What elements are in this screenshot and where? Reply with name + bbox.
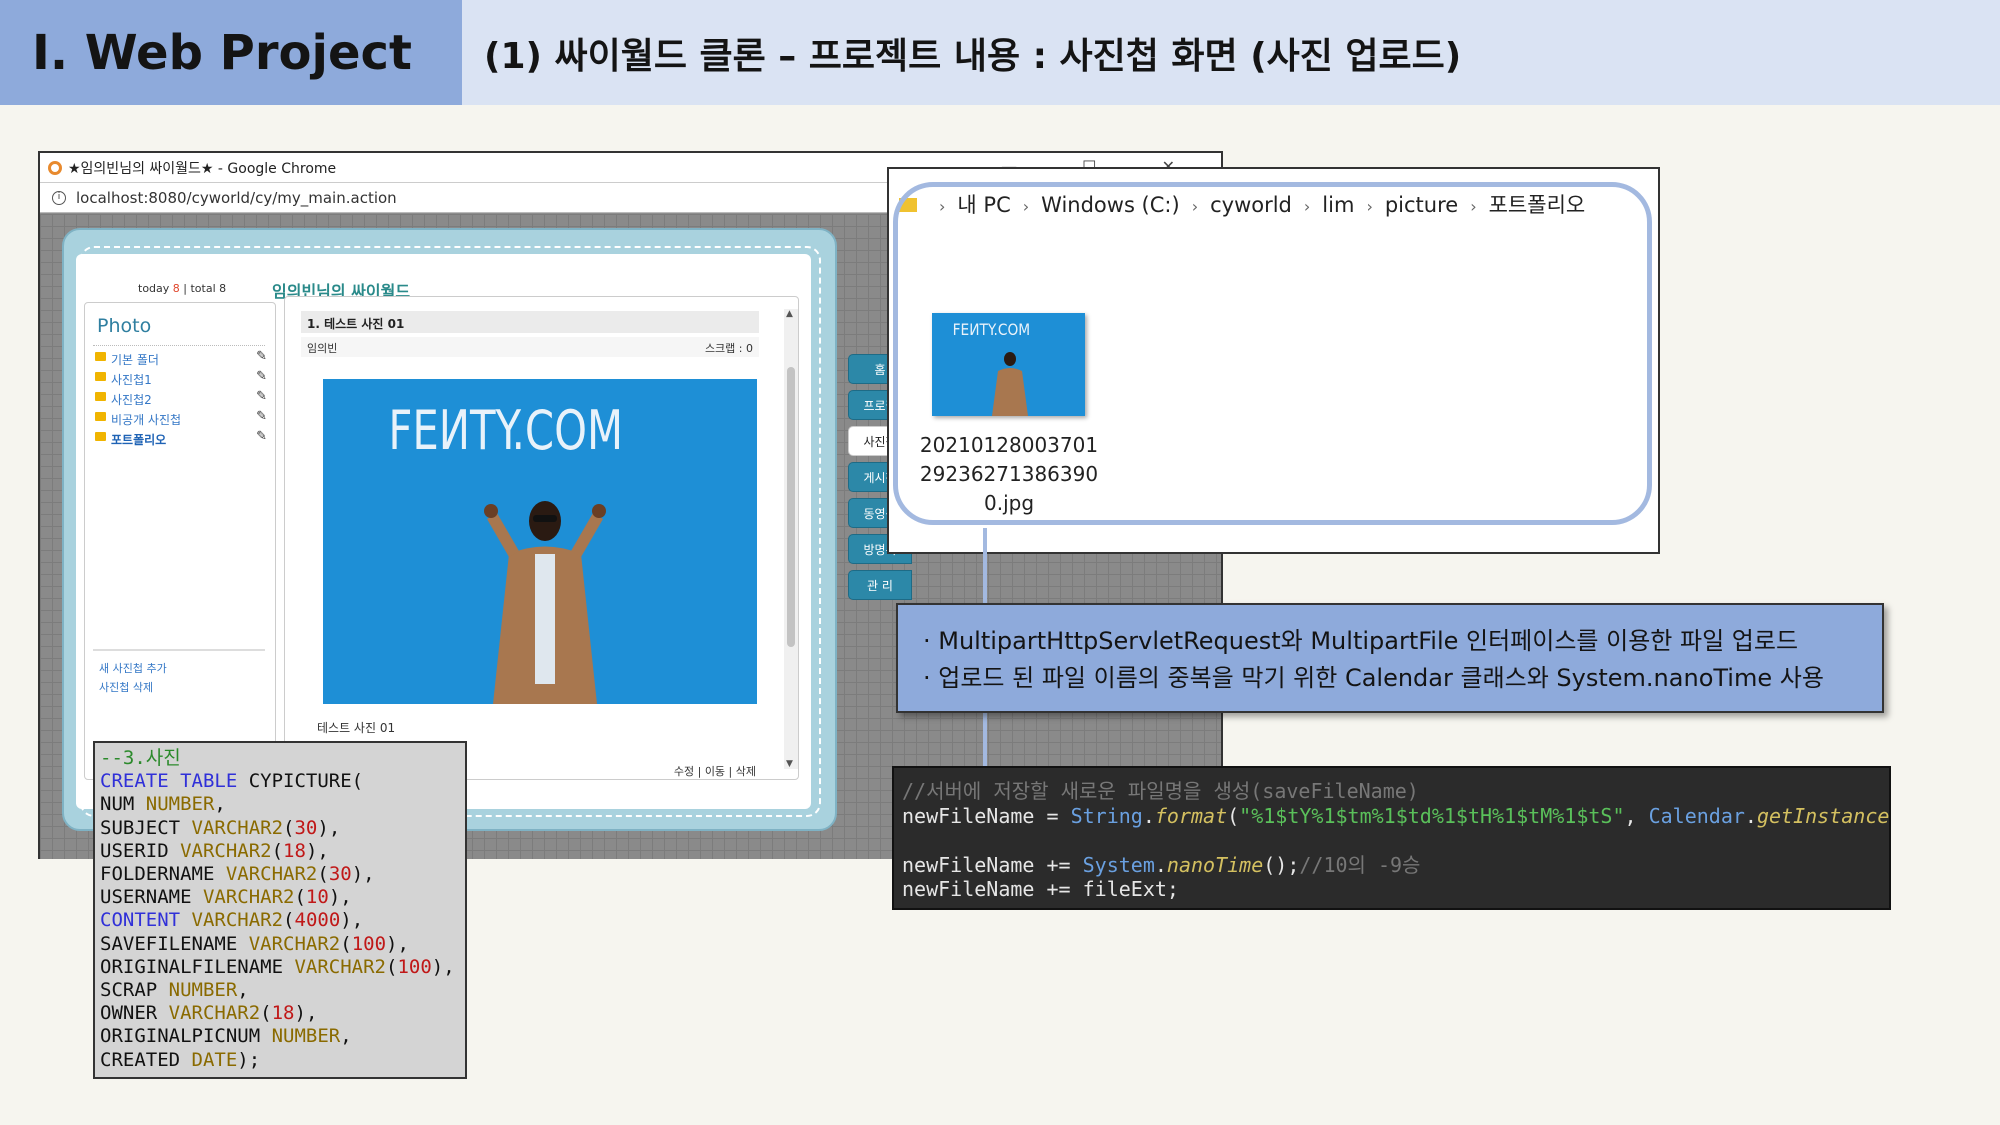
- connector-line: [983, 528, 987, 604]
- window-title: ★임의빈님의 싸이월드★ - Google Chrome: [68, 160, 337, 177]
- folder-icon: [95, 392, 106, 401]
- slide-header: (1) 싸이월드 클론 – 프로젝트 내용 : 사진첩 화면 (사진 업로드): [462, 0, 2000, 105]
- post-title: 1. 테스트 사진 01: [301, 311, 759, 333]
- photo-svg: FEИTY.COM: [323, 379, 757, 704]
- today-count: 8: [172, 282, 180, 295]
- divider: [93, 345, 265, 346]
- folder-icon: [95, 352, 106, 361]
- folder-item[interactable]: 사진첩2 ✎: [95, 389, 267, 411]
- connector-line: [983, 712, 987, 768]
- scrap-count[interactable]: 스크랩 : 0: [705, 340, 753, 356]
- note-line: · MultipartHttpServletRequest와 Multipart…: [923, 627, 1799, 655]
- post-actions[interactable]: 수정 | 이동 | 삭제: [674, 763, 756, 779]
- java-code-block: //서버에 저장할 새로운 파일명을 생성(saveFileName) newF…: [892, 766, 1891, 910]
- delete-album-link[interactable]: 사진첩 삭제: [99, 678, 167, 697]
- post-meta: 임의빈 스크랩 : 0: [301, 337, 759, 357]
- total-count: | total 8: [183, 282, 227, 295]
- tab-admin[interactable]: 관 리: [848, 570, 912, 600]
- folder-icon: [95, 372, 106, 381]
- album-actions: 새 사진첩 추가 사진첩 삭제: [99, 659, 167, 697]
- sql-code-block: --3.사진 CREATE TABLE CYPICTURE( NUM NUMBE…: [93, 741, 467, 1079]
- post-photo: FEИTY.COM: [323, 379, 757, 704]
- edit-icon[interactable]: ✎: [256, 409, 267, 424]
- info-icon[interactable]: i: [52, 190, 66, 205]
- photo-brand-text: FEИTY.COM: [388, 399, 623, 462]
- divider: [93, 649, 265, 651]
- url-text[interactable]: localhost:8080/cyworld/cy/my_main.action: [76, 189, 397, 207]
- sql-comment: --3.사진: [100, 747, 181, 769]
- folder-item-selected[interactable]: 포트폴리오 ✎: [95, 429, 267, 451]
- folder-item[interactable]: 기본 폴더 ✎: [95, 349, 267, 371]
- note-line: · 업로드 된 파일 이름의 중복을 막기 위한 Calendar 클래스와 S…: [923, 664, 1824, 692]
- chrome-icon: [48, 160, 62, 175]
- add-album-link[interactable]: 새 사진첩 추가: [99, 659, 167, 678]
- visit-counter: today 8 | total 8: [138, 282, 227, 295]
- photo-heading: Photo: [97, 315, 152, 337]
- scrollbar[interactable]: ▲ ▼: [784, 309, 798, 769]
- scroll-up-icon[interactable]: ▲: [786, 309, 793, 319]
- post-author: 임의빈: [307, 342, 338, 355]
- slide-title: (1) 싸이월드 클론 – 프로젝트 내용 : 사진첩 화면 (사진 업로드): [484, 35, 1462, 77]
- scroll-down-icon[interactable]: ▼: [786, 759, 793, 769]
- album-sidebar: Photo 기본 폴더 ✎ 사진첩1 ✎ 사진첩2 ✎ 비공개 사진첩 ✎ 포트폴리오 ✎…: [84, 302, 276, 780]
- folder-list: 기본 폴더 ✎ 사진첩1 ✎ 사진첩2 ✎ 비공개 사진첩 ✎ 포트폴리오 ✎: [95, 349, 267, 451]
- edit-icon[interactable]: ✎: [256, 369, 267, 384]
- open-folder-icon: [95, 432, 106, 441]
- edit-icon[interactable]: ✎: [256, 349, 267, 364]
- section-header: Ⅰ. Web Project: [0, 0, 462, 105]
- section-title: Ⅰ. Web Project: [32, 24, 412, 81]
- folder-icon: [95, 412, 106, 421]
- description-box: · MultipartHttpServletRequest와 Multipart…: [896, 603, 1884, 713]
- folder-item[interactable]: 사진첩1 ✎: [95, 369, 267, 391]
- scroll-thumb[interactable]: [787, 367, 795, 647]
- edit-icon[interactable]: ✎: [256, 429, 267, 444]
- edit-icon[interactable]: ✎: [256, 389, 267, 404]
- highlight-frame: [893, 182, 1652, 525]
- folder-item[interactable]: 비공개 사진첩 ✎: [95, 409, 267, 431]
- post-caption: 테스트 사진 01: [317, 721, 396, 735]
